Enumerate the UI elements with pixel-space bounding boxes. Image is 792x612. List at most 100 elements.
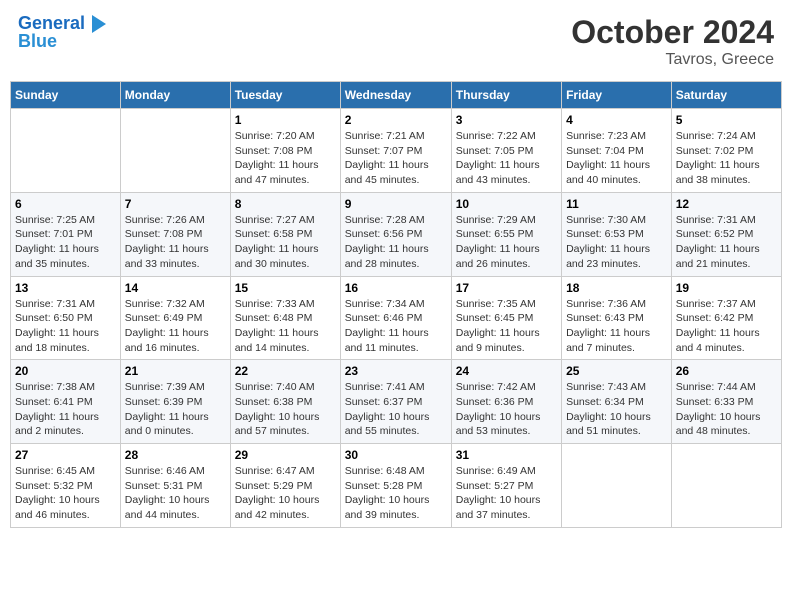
day-info: Sunrise: 7:20 AMSunset: 7:08 PMDaylight:… <box>235 129 336 188</box>
calendar-header: SundayMondayTuesdayWednesdayThursdayFrid… <box>11 82 782 109</box>
header-day-sunday: Sunday <box>11 82 121 109</box>
logo-general: General <box>18 13 85 33</box>
day-info: Sunrise: 6:47 AMSunset: 5:29 PMDaylight:… <box>235 464 336 523</box>
calendar-cell: 12 Sunrise: 7:31 AMSunset: 6:52 PMDayligh… <box>671 192 781 276</box>
day-info: Sunrise: 7:37 AMSunset: 6:42 PMDaylight:… <box>676 297 777 356</box>
calendar-week-3: 13Sunrise: 7:31 AMSunset: 6:50 PMDayligh… <box>11 276 782 360</box>
day-info: Sunrise: 7:34 AMSunset: 6:46 PMDaylight:… <box>345 297 447 356</box>
day-info: Sunrise: 7:40 AMSunset: 6:38 PMDaylight:… <box>235 380 336 439</box>
day-info: Sunrise: 7:22 AMSunset: 7:05 PMDaylight:… <box>456 129 557 188</box>
day-number: 11 <box>566 197 667 211</box>
day-info: Sunrise: 7:29 AMSunset: 6:55 PMDaylight:… <box>456 213 557 272</box>
calendar-cell: 16 Sunrise: 7:34 AMSunset: 6:46 PMDayligh… <box>340 276 451 360</box>
day-info: Sunrise: 7:26 AMSunset: 7:08 PMDaylight:… <box>125 213 226 272</box>
calendar-table: SundayMondayTuesdayWednesdayThursdayFrid… <box>10 81 782 528</box>
calendar-cell: 13Sunrise: 7:31 AMSunset: 6:50 PMDayligh… <box>11 276 121 360</box>
calendar-cell: 22Sunrise: 7:40 AMSunset: 6:38 PMDayligh… <box>230 360 340 444</box>
calendar-week-2: 6 Sunrise: 7:25 AMSunset: 7:01 PMDaylight… <box>11 192 782 276</box>
day-number: 10 <box>456 197 557 211</box>
day-info: Sunrise: 7:44 AMSunset: 6:33 PMDaylight:… <box>676 380 777 439</box>
header-day-monday: Monday <box>120 82 230 109</box>
calendar-cell: 30Sunrise: 6:48 AMSunset: 5:28 PMDayligh… <box>340 444 451 528</box>
calendar-cell: 14Sunrise: 7:32 AMSunset: 6:49 PMDayligh… <box>120 276 230 360</box>
day-info: Sunrise: 7:25 AMSunset: 7:01 PMDaylight:… <box>15 213 116 272</box>
calendar-cell: 11 Sunrise: 7:30 AMSunset: 6:53 PMDayligh… <box>562 192 672 276</box>
page-header: General Blue October 2024 Tavros, Greece <box>10 10 782 73</box>
calendar-cell: 25 Sunrise: 7:43 AMSunset: 6:34 PMDayligh… <box>562 360 672 444</box>
day-info: Sunrise: 6:48 AMSunset: 5:28 PMDaylight:… <box>345 464 447 523</box>
day-info: Sunrise: 7:31 AMSunset: 6:50 PMDaylight:… <box>15 297 116 356</box>
calendar-cell <box>671 444 781 528</box>
calendar-cell: 8 Sunrise: 7:27 AMSunset: 6:58 PMDaylight… <box>230 192 340 276</box>
day-number: 29 <box>235 448 336 462</box>
day-info: Sunrise: 7:21 AMSunset: 7:07 PMDaylight:… <box>345 129 447 188</box>
day-info: Sunrise: 7:31 AMSunset: 6:52 PMDaylight:… <box>676 213 777 272</box>
day-number: 8 <box>235 197 336 211</box>
logo-arrow-icon <box>92 15 106 33</box>
calendar-cell: 20Sunrise: 7:38 AMSunset: 6:41 PMDayligh… <box>11 360 121 444</box>
day-info: Sunrise: 7:33 AMSunset: 6:48 PMDaylight:… <box>235 297 336 356</box>
day-number: 5 <box>676 113 777 127</box>
day-number: 18 <box>566 281 667 295</box>
calendar-cell: 24Sunrise: 7:42 AMSunset: 6:36 PMDayligh… <box>451 360 561 444</box>
calendar-cell: 23Sunrise: 7:41 AMSunset: 6:37 PMDayligh… <box>340 360 451 444</box>
title-section: October 2024 Tavros, Greece <box>571 14 774 69</box>
header-row: SundayMondayTuesdayWednesdayThursdayFrid… <box>11 82 782 109</box>
calendar-cell: 26 Sunrise: 7:44 AMSunset: 6:33 PMDayligh… <box>671 360 781 444</box>
calendar-cell: 3 Sunrise: 7:22 AMSunset: 7:05 PMDaylight… <box>451 109 561 193</box>
day-number: 25 <box>566 364 667 378</box>
day-number: 2 <box>345 113 447 127</box>
calendar-cell <box>120 109 230 193</box>
day-number: 31 <box>456 448 557 462</box>
day-number: 15 <box>235 281 336 295</box>
calendar-cell <box>11 109 121 193</box>
calendar-cell: 7 Sunrise: 7:26 AMSunset: 7:08 PMDaylight… <box>120 192 230 276</box>
calendar-cell: 15 Sunrise: 7:33 AMSunset: 6:48 PMDayligh… <box>230 276 340 360</box>
calendar-cell: 28 Sunrise: 6:46 AMSunset: 5:31 PMDayligh… <box>120 444 230 528</box>
day-info: Sunrise: 7:28 AMSunset: 6:56 PMDaylight:… <box>345 213 447 272</box>
day-number: 21 <box>125 364 226 378</box>
calendar-body: 1 Sunrise: 7:20 AMSunset: 7:08 PMDaylight… <box>11 109 782 528</box>
calendar-cell: 17Sunrise: 7:35 AMSunset: 6:45 PMDayligh… <box>451 276 561 360</box>
day-info: Sunrise: 6:45 AMSunset: 5:32 PMDaylight:… <box>15 464 116 523</box>
header-day-thursday: Thursday <box>451 82 561 109</box>
calendar-cell: 27 Sunrise: 6:45 AMSunset: 5:32 PMDayligh… <box>11 444 121 528</box>
day-number: 19 <box>676 281 777 295</box>
day-info: Sunrise: 6:49 AMSunset: 5:27 PMDaylight:… <box>456 464 557 523</box>
day-info: Sunrise: 7:23 AMSunset: 7:04 PMDaylight:… <box>566 129 667 188</box>
calendar-week-5: 27 Sunrise: 6:45 AMSunset: 5:32 PMDayligh… <box>11 444 782 528</box>
day-info: Sunrise: 6:46 AMSunset: 5:31 PMDaylight:… <box>125 464 226 523</box>
day-info: Sunrise: 7:43 AMSunset: 6:34 PMDaylight:… <box>566 380 667 439</box>
day-number: 14 <box>125 281 226 295</box>
day-info: Sunrise: 7:42 AMSunset: 6:36 PMDaylight:… <box>456 380 557 439</box>
header-day-tuesday: Tuesday <box>230 82 340 109</box>
calendar-cell: 19 Sunrise: 7:37 AMSunset: 6:42 PMDayligh… <box>671 276 781 360</box>
day-info: Sunrise: 7:27 AMSunset: 6:58 PMDaylight:… <box>235 213 336 272</box>
day-number: 27 <box>15 448 116 462</box>
day-number: 26 <box>676 364 777 378</box>
day-number: 28 <box>125 448 226 462</box>
day-number: 6 <box>15 197 116 211</box>
day-number: 1 <box>235 113 336 127</box>
calendar-cell: 6 Sunrise: 7:25 AMSunset: 7:01 PMDaylight… <box>11 192 121 276</box>
day-info: Sunrise: 7:36 AMSunset: 6:43 PMDaylight:… <box>566 297 667 356</box>
day-info: Sunrise: 7:30 AMSunset: 6:53 PMDaylight:… <box>566 213 667 272</box>
calendar-cell: 31 Sunrise: 6:49 AMSunset: 5:27 PMDayligh… <box>451 444 561 528</box>
day-number: 7 <box>125 197 226 211</box>
day-info: Sunrise: 7:35 AMSunset: 6:45 PMDaylight:… <box>456 297 557 356</box>
header-day-saturday: Saturday <box>671 82 781 109</box>
month-title: October 2024 <box>571 14 774 51</box>
calendar-cell: 1 Sunrise: 7:20 AMSunset: 7:08 PMDaylight… <box>230 109 340 193</box>
day-number: 12 <box>676 197 777 211</box>
location: Tavros, Greece <box>571 51 774 69</box>
day-info: Sunrise: 7:39 AMSunset: 6:39 PMDaylight:… <box>125 380 226 439</box>
calendar-cell: 21 Sunrise: 7:39 AMSunset: 6:39 PMDayligh… <box>120 360 230 444</box>
calendar-cell: 4Sunrise: 7:23 AMSunset: 7:04 PMDaylight… <box>562 109 672 193</box>
day-number: 9 <box>345 197 447 211</box>
calendar-cell: 9 Sunrise: 7:28 AMSunset: 6:56 PMDaylight… <box>340 192 451 276</box>
day-info: Sunrise: 7:24 AMSunset: 7:02 PMDaylight:… <box>676 129 777 188</box>
logo: General Blue <box>18 14 106 52</box>
day-number: 3 <box>456 113 557 127</box>
calendar-week-4: 20Sunrise: 7:38 AMSunset: 6:41 PMDayligh… <box>11 360 782 444</box>
day-number: 16 <box>345 281 447 295</box>
